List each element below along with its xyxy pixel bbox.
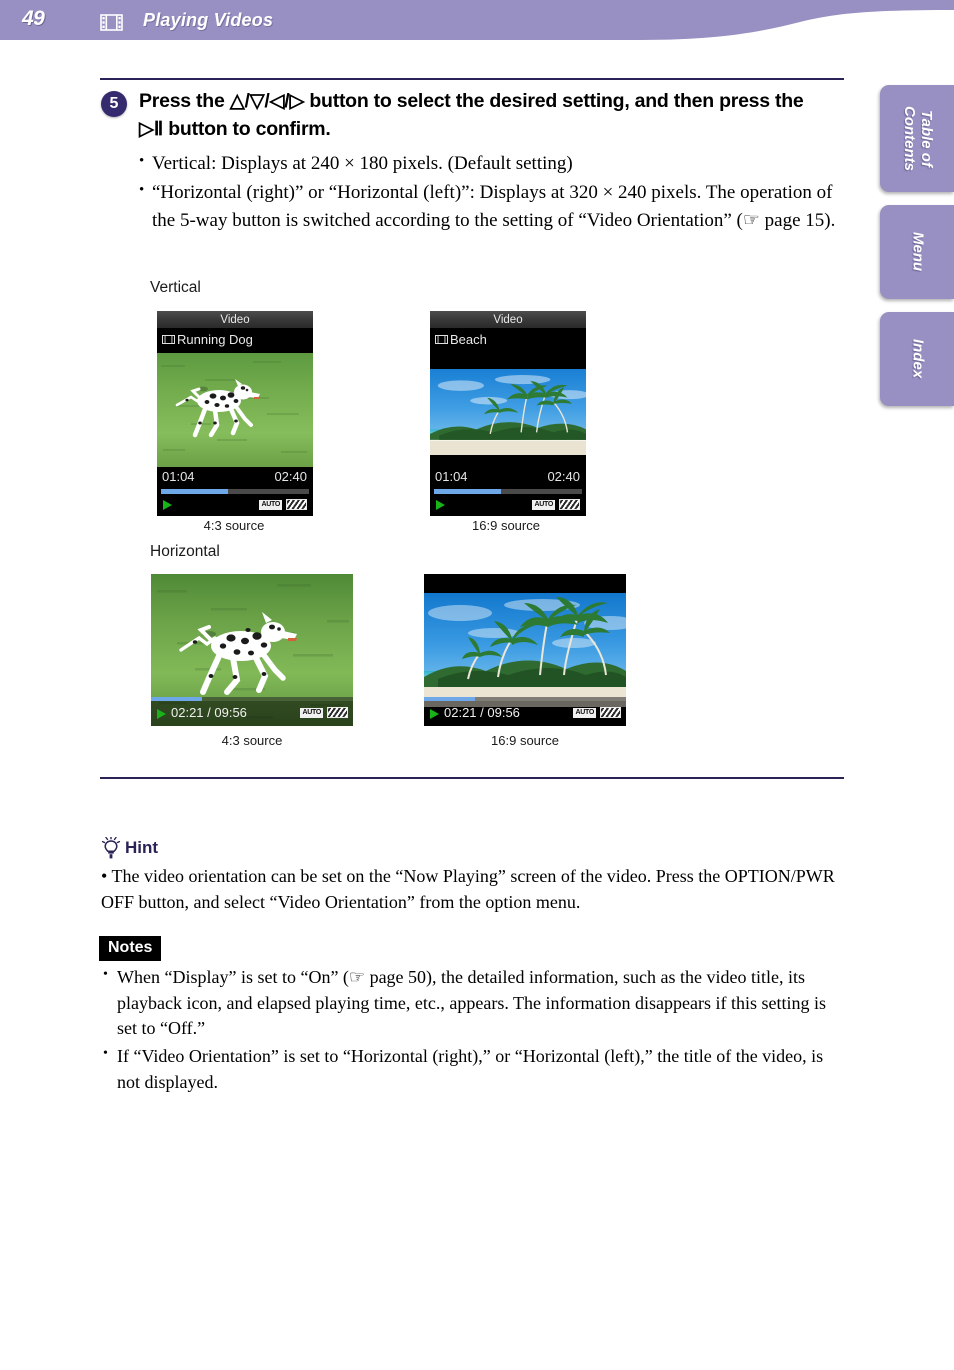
- notes-list: When “Display” is set to “On” (☞ page 50…: [101, 965, 846, 1098]
- playback-times: 01:04 02:40: [157, 469, 313, 486]
- note-item: If “Video Orientation” is set to “Horizo…: [101, 1044, 846, 1095]
- screen-video-title-row: Beach: [430, 328, 586, 351]
- battery-icon: [559, 499, 580, 510]
- divider-top: [100, 78, 844, 80]
- step-heading: Press the △/▽/◁/▷ button to select the d…: [139, 90, 804, 140]
- sidebar-tab-label: Index: [909, 339, 927, 379]
- auto-badge: AUTO: [259, 500, 282, 510]
- film-strip-icon: [162, 335, 175, 344]
- device-screen-vertical-16-9: Video Beach 01:04 02:40 AUTO: [430, 311, 586, 516]
- auto-badge: AUTO: [573, 708, 596, 718]
- progress-bar: [161, 489, 309, 494]
- progress-bar: [434, 489, 582, 494]
- elapsed-time: 01:04: [435, 469, 468, 484]
- playback-info-bar: 02:21 / 09:56 AUTO: [424, 701, 626, 726]
- video-frame-running-dog: [157, 353, 313, 467]
- hint-text: • The video orientation can be set on th…: [101, 866, 835, 912]
- step-body: Vertical: Displays at 240 × 180 pixels. …: [139, 150, 839, 236]
- device-screen-horizontal-16-9: 02:21 / 09:56 AUTO: [424, 574, 626, 726]
- film-strip-icon: [100, 14, 123, 31]
- step-bullet: “Horizontal (right)” or “Horizontal (lef…: [139, 179, 839, 236]
- film-strip-icon: [435, 335, 448, 344]
- note-item: When “Display” is set to “On” (☞ page 50…: [101, 965, 846, 1042]
- auto-badge: AUTO: [532, 500, 555, 510]
- page-title: Playing Videos: [143, 10, 274, 30]
- figure-caption-horizontal-16-9: 16:9 source: [491, 733, 559, 748]
- figure-caption-horizontal-4-3: 4:3 source: [221, 733, 283, 748]
- figure-label-vertical: Vertical: [150, 279, 201, 296]
- page-number: 49: [22, 7, 45, 30]
- auto-badge: AUTO: [300, 708, 323, 718]
- lightbulb-icon: [101, 837, 121, 859]
- sidebar-tab-label: Menu: [909, 232, 927, 272]
- play-triangle-icon: [430, 709, 439, 719]
- video-frame-beach-horizontal: [424, 593, 626, 707]
- step-number-badge: 5: [101, 91, 127, 117]
- screen-titlebar: Video: [157, 311, 313, 328]
- play-triangle-icon: [157, 709, 166, 719]
- video-frame-beach: [430, 369, 586, 455]
- hint-header: Hint: [101, 837, 158, 859]
- divider-bottom: [100, 777, 844, 779]
- screen-video-title-row: Running Dog: [157, 328, 313, 351]
- play-triangle-icon: [163, 500, 172, 510]
- step-bullet: Vertical: Displays at 240 × 180 pixels. …: [139, 150, 839, 179]
- playback-time: 02:21 / 09:56: [444, 705, 520, 720]
- device-screen-vertical-4-3: Video Running Dog 01:04 02:40 AUTO: [157, 311, 313, 516]
- page-header: 49 Playing Videos: [0, 0, 954, 46]
- sidebar-tab-menu[interactable]: Menu: [880, 205, 954, 299]
- figure-caption-vertical-4-3: 4:3 source: [203, 518, 265, 533]
- figure-caption-vertical-16-9: 16:9 source: [472, 518, 540, 533]
- progress-fill: [434, 489, 501, 494]
- sidebar-tab-index[interactable]: Index: [880, 312, 954, 406]
- notes-label: Notes: [99, 936, 162, 961]
- sidebar-tab-table-of-contents[interactable]: Table of Contents: [880, 85, 954, 192]
- battery-icon: [286, 499, 307, 510]
- total-time: 02:40: [547, 469, 580, 484]
- device-screen-horizontal-4-3: 02:21 / 09:56 AUTO: [151, 574, 353, 726]
- screen-video-title: Running Dog: [177, 332, 253, 347]
- playback-info-bar: 01:04 02:40 AUTO: [430, 467, 586, 516]
- screen-titlebar: Video: [430, 311, 586, 328]
- screen-video-title: Beach: [450, 332, 487, 347]
- hint-label: Hint: [125, 838, 159, 857]
- battery-icon: [600, 707, 621, 718]
- figure-label-horizontal: Horizontal: [150, 543, 220, 560]
- total-time: 02:40: [274, 469, 307, 484]
- play-triangle-icon: [436, 500, 445, 510]
- playback-info-bar: 01:04 02:40 AUTO: [157, 467, 313, 516]
- playback-info-bar: 02:21 / 09:56 AUTO: [151, 701, 353, 726]
- battery-icon: [327, 707, 348, 718]
- elapsed-time: 01:04: [162, 469, 195, 484]
- playback-time: 02:21 / 09:56: [171, 705, 247, 720]
- sidebar-tab-label: Table of Contents: [901, 106, 935, 171]
- playback-times: 01:04 02:40: [430, 469, 586, 486]
- progress-fill: [161, 489, 228, 494]
